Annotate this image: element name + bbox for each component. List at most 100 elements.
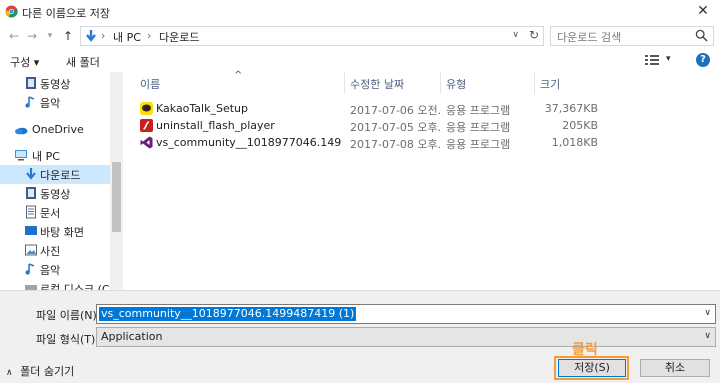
- save-button[interactable]: 저장(S): [558, 359, 626, 377]
- nav-item-documents[interactable]: 문서: [0, 203, 110, 222]
- chevron-down-icon[interactable]: ∨: [704, 331, 711, 341]
- file-size: 1,018KB: [551, 136, 598, 149]
- picture-icon: [25, 244, 37, 256]
- file-type: 응용 프로그램: [446, 104, 511, 117]
- filetype-label: 파일 형식(T):: [36, 333, 99, 346]
- scrollbar-thumb[interactable]: [112, 162, 121, 232]
- back-button[interactable]: ←: [6, 28, 22, 44]
- nav-scrollbar[interactable]: [110, 72, 123, 290]
- hide-folders-toggle[interactable]: ∧ 폴더 숨기기: [6, 363, 74, 379]
- sort-arrow-icon: ^: [234, 70, 243, 81]
- nav-item-downloads[interactable]: 다운로드: [0, 165, 110, 184]
- address-row: ← → ▾ ↑ › 내 PC › 다운로드 ∨ ↻ 다운로드 검색: [0, 24, 720, 50]
- filetype-select[interactable]: Application ∨: [96, 327, 716, 347]
- command-bar: 구성 ▾ 새 폴더 ▾ ?: [0, 50, 720, 72]
- file-row[interactable]: KakaoTalk_Setup 2017-07-06 오전... 응용 프로그램…: [124, 100, 604, 117]
- chevron-up-icon: ∧: [6, 368, 13, 378]
- file-date: 2017-07-06 오전...: [350, 104, 440, 117]
- column-header-size[interactable]: 크기: [540, 76, 560, 92]
- video-icon: [26, 187, 36, 199]
- title-bar: 다른 이름으로 저장 ✕: [0, 0, 720, 24]
- document-icon: [26, 205, 36, 219]
- help-icon[interactable]: ?: [696, 53, 710, 67]
- nav-item-label: 바탕 화면: [40, 226, 84, 239]
- chevron-down-icon[interactable]: ∨: [512, 30, 519, 40]
- column-header-type[interactable]: 유형: [446, 76, 466, 92]
- nav-item-pictures[interactable]: 사진: [0, 241, 110, 260]
- video-icon: [26, 77, 36, 89]
- column-divider[interactable]: [344, 72, 345, 94]
- window-title: 다른 이름으로 저장: [22, 7, 110, 20]
- music-icon: [25, 263, 35, 275]
- nav-item-label: 사진: [40, 245, 61, 258]
- filename-label: 파일 이름(N):: [36, 309, 101, 322]
- music-icon: [25, 96, 35, 108]
- up-button[interactable]: ↑: [60, 28, 76, 44]
- filename-value: vs_community__1018977046.1499487419 (1): [99, 307, 357, 321]
- file-date: 2017-07-05 오후...: [350, 121, 440, 134]
- breadcrumb-separator: ›: [147, 29, 152, 42]
- file-row[interactable]: uninstall_flash_player 2017-07-05 오후... …: [124, 117, 604, 134]
- nav-item-onedrive[interactable]: OneDrive: [0, 121, 110, 140]
- close-button[interactable]: ✕: [690, 1, 716, 21]
- breadcrumb-pc[interactable]: 내 PC: [113, 29, 141, 45]
- download-icon: [86, 30, 96, 42]
- navigation-pane: 동영상 음악 OneDrive 내 PC 다운로드 동영상 문서 바탕 화면 사…: [0, 72, 123, 290]
- nav-item-videos-2[interactable]: 동영상: [0, 184, 110, 203]
- recent-locations-button[interactable]: ▾: [42, 28, 58, 44]
- breadcrumb-separator: ›: [101, 29, 106, 42]
- file-list: ^ 이름 수정한 날짜 유형 크기 KakaoTalk_Setup 2017-0…: [124, 70, 720, 290]
- nav-item-label: 로컬 디스크 (C:): [40, 283, 118, 290]
- file-date: 2017-07-08 오후...: [350, 138, 440, 151]
- view-options-icon[interactable]: [644, 53, 660, 67]
- forward-button[interactable]: →: [24, 28, 40, 44]
- file-row[interactable]: vs_community__1018977046.14994874... 201…: [124, 134, 604, 151]
- organize-button[interactable]: 구성 ▾: [10, 54, 39, 70]
- nav-item-desktop[interactable]: 바탕 화면: [0, 222, 110, 241]
- download-icon: [26, 168, 36, 180]
- search-placeholder: 다운로드 검색: [557, 31, 622, 44]
- nav-item-label: 음악: [40, 264, 61, 277]
- save-form: 파일 이름(N): vs_community__1018977046.14994…: [0, 290, 720, 383]
- column-divider[interactable]: [440, 72, 441, 94]
- search-icon: [695, 29, 708, 42]
- file-type: 응용 프로그램: [446, 121, 511, 134]
- file-name: vs_community__1018977046.14994874...: [156, 136, 342, 149]
- desktop-icon: [25, 226, 37, 235]
- column-divider[interactable]: [534, 72, 535, 94]
- nav-item-label: 문서: [40, 207, 61, 220]
- nav-item-label: 내 PC: [32, 150, 60, 163]
- column-header-date[interactable]: 수정한 날짜: [350, 76, 404, 92]
- file-size: 37,367KB: [544, 102, 598, 115]
- refresh-icon[interactable]: ↻: [529, 28, 539, 42]
- search-input[interactable]: 다운로드 검색: [550, 26, 714, 46]
- filetype-value: Application: [101, 330, 163, 343]
- nav-item-label: 음악: [40, 97, 61, 110]
- nav-item-videos[interactable]: 동영상: [0, 74, 110, 93]
- address-bar[interactable]: › 내 PC › 다운로드 ∨ ↻: [80, 26, 544, 46]
- cancel-button[interactable]: 취소: [640, 359, 710, 377]
- hide-folders-label: 폴더 숨기기: [20, 365, 75, 378]
- nav-item-this-pc[interactable]: 내 PC: [0, 146, 110, 165]
- flash-icon: [140, 119, 153, 132]
- filename-input[interactable]: vs_community__1018977046.1499487419 (1) …: [96, 304, 716, 324]
- onedrive-icon: [15, 127, 28, 135]
- pc-icon: [15, 150, 27, 161]
- nav-item-local-disk[interactable]: 로컬 디스크 (C:): [0, 279, 118, 290]
- nav-item-music[interactable]: 음악: [0, 93, 110, 112]
- chevron-down-icon[interactable]: ∨: [704, 308, 711, 318]
- nav-item-music-2[interactable]: 음악: [0, 260, 110, 279]
- view-dropdown-icon[interactable]: ▾: [666, 54, 671, 64]
- nav-item-label: 다운로드: [40, 169, 81, 182]
- chrome-icon: [5, 5, 18, 18]
- nav-item-label: OneDrive: [32, 123, 84, 136]
- kakaotalk-icon: [140, 102, 153, 115]
- file-type: 응용 프로그램: [446, 138, 511, 151]
- visual-studio-icon: [140, 136, 153, 149]
- breadcrumb-downloads[interactable]: 다운로드: [159, 29, 199, 45]
- file-size: 205KB: [562, 119, 598, 132]
- column-header-name[interactable]: 이름: [140, 76, 160, 92]
- disk-icon: [25, 285, 37, 290]
- new-folder-button[interactable]: 새 폴더: [66, 54, 100, 70]
- file-name: KakaoTalk_Setup: [156, 102, 248, 115]
